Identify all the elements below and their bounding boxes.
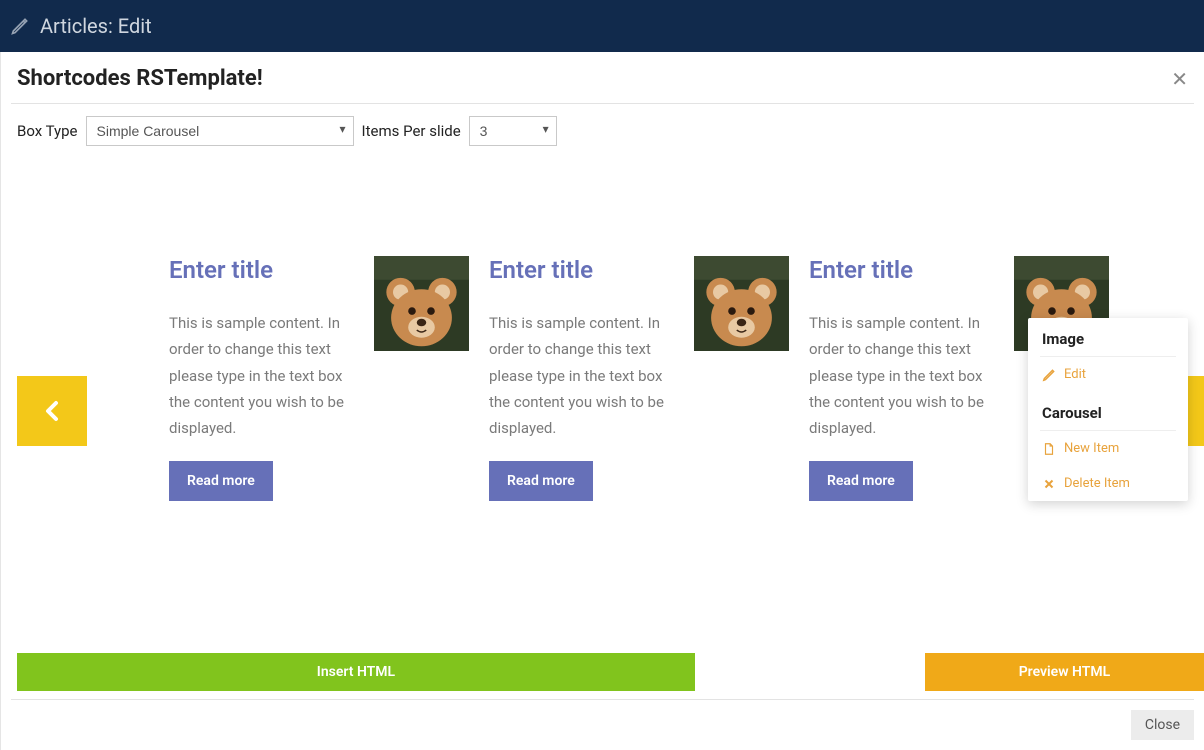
item-text[interactable]: This is sample content. In order to chan… <box>169 310 349 441</box>
carousel-item: Enter title This is sample content. In o… <box>169 256 469 501</box>
context-menu: Image Edit Carousel New Item Delete Item <box>1028 318 1188 501</box>
context-edit-label: Edit <box>1064 367 1086 382</box>
controls-row: Box Type Simple Carousel Items Per slide… <box>1 104 1204 146</box>
item-image[interactable] <box>694 256 789 351</box>
carousel: Enter title This is sample content. In o… <box>1 146 1204 643</box>
page-title: Articles: Edit <box>40 14 152 38</box>
carousel-items: Enter title This is sample content. In o… <box>1 256 1204 501</box>
context-new-item-label: New Item <box>1064 441 1119 456</box>
modal: Shortcodes RSTemplate! ✕ Box Type Simple… <box>0 52 1204 750</box>
pencil-icon <box>1042 368 1056 382</box>
item-text[interactable]: This is sample content. In order to chan… <box>489 310 669 441</box>
context-section-carousel: Carousel <box>1042 404 1174 422</box>
modal-header: Shortcodes RSTemplate! ✕ <box>1 52 1204 103</box>
read-more-button[interactable]: Read more <box>809 461 913 501</box>
insert-html-button[interactable]: Insert HTML <box>17 653 695 691</box>
delete-icon <box>1042 477 1056 491</box>
read-more-button[interactable]: Read more <box>169 461 273 501</box>
action-bar: Insert HTML Preview HTML <box>1 643 1204 699</box>
close-icon[interactable]: ✕ <box>1171 69 1188 89</box>
items-per-slide-label: Items Per slide <box>362 122 461 140</box>
box-type-select[interactable]: Simple Carousel <box>86 116 354 146</box>
items-per-slide-select[interactable]: 3 <box>469 116 557 146</box>
context-delete-item[interactable]: Delete Item <box>1028 466 1188 501</box>
context-new-item[interactable]: New Item <box>1028 431 1188 466</box>
pencil-icon <box>10 16 30 36</box>
read-more-button[interactable]: Read more <box>489 461 593 501</box>
footer-bar: Close <box>1 700 1204 750</box>
item-image[interactable] <box>374 256 469 351</box>
modal-title: Shortcodes RSTemplate! <box>17 66 263 91</box>
context-section-image: Image <box>1042 330 1174 348</box>
preview-html-button[interactable]: Preview HTML <box>925 653 1204 691</box>
file-icon <box>1042 442 1056 456</box>
item-text[interactable]: This is sample content. In order to chan… <box>809 310 989 441</box>
context-edit[interactable]: Edit <box>1028 357 1188 392</box>
box-type-label: Box Type <box>17 122 78 140</box>
app-header: Articles: Edit <box>0 0 1204 52</box>
close-button[interactable]: Close <box>1131 710 1194 740</box>
context-delete-item-label: Delete Item <box>1064 476 1130 491</box>
carousel-item: Enter title This is sample content. In o… <box>489 256 789 501</box>
